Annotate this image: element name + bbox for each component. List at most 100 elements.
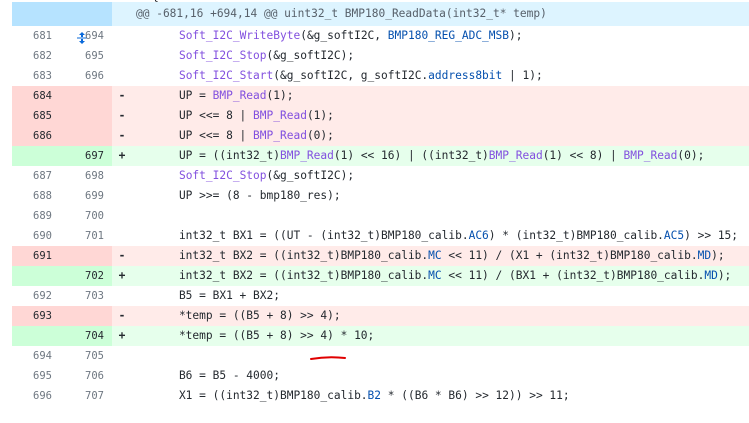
hunk-header-text: @@ -681,16 +694,14 @@ uint32_t BMP180_Re… xyxy=(136,7,547,20)
diff-sign: - xyxy=(118,249,126,262)
old-line-number[interactable]: 683 xyxy=(12,66,60,86)
new-line-number[interactable]: 704 xyxy=(60,326,112,346)
code-text: Soft_I2C_WriteByte(&g_softI2C, BMP180_RE… xyxy=(178,29,523,42)
code-text: UP = ((int32_t)BMP_Read(1) << 16) | ((in… xyxy=(152,149,705,162)
new-line-number[interactable]: 701 xyxy=(60,226,112,246)
diff-sign: + xyxy=(118,149,126,162)
diff-line: 684 - UP = BMP_Read(1); xyxy=(12,86,749,106)
code-text: UP >>= (8 - bmp180_res); xyxy=(152,189,341,202)
new-line-number[interactable] xyxy=(60,106,112,126)
code-text: UP <<= 8 | BMP_Read(0); xyxy=(152,129,334,142)
diff-sign: + xyxy=(118,269,126,282)
diff-line: 691 - int32_t BX2 = ((int32_t)BMP180_cali… xyxy=(12,246,749,266)
red-underline-annotation xyxy=(310,356,346,360)
diff-line: 692 703 B5 = BX1 + BX2; xyxy=(12,286,749,306)
diff-line: 690 701 int32_t BX1 = ((UT - (int32_t)BMP… xyxy=(12,226,749,246)
diff-sign xyxy=(112,366,132,386)
diff-line: 689 700 xyxy=(12,206,749,226)
new-line-number[interactable] xyxy=(60,126,112,146)
code-text: Soft_I2C_Stop(&g_softI2C); xyxy=(178,169,355,182)
new-line-number[interactable]: 703 xyxy=(60,286,112,306)
new-line-number[interactable]: 698 xyxy=(60,166,112,186)
new-line-number[interactable] xyxy=(60,246,112,266)
new-line-number[interactable]: 695 xyxy=(60,46,112,66)
old-line-number[interactable]: 691 xyxy=(12,246,60,266)
new-line-number[interactable]: 707 xyxy=(60,386,112,406)
diff-line: 685 - UP <<= 8 | BMP_Read(1); xyxy=(12,106,749,126)
code-text: *temp = ((B5 + 8) >> 4); xyxy=(152,309,341,322)
old-line-number[interactable]: 686 xyxy=(12,126,60,146)
new-line-number[interactable]: 700 xyxy=(60,206,112,226)
old-line-number[interactable]: 682 xyxy=(12,46,60,66)
diff-line: 683 696 Soft_I2C_Start(&g_softI2C, g_soft… xyxy=(12,66,749,86)
diff-sign xyxy=(112,66,132,86)
old-line-number[interactable]: 684 xyxy=(12,86,60,106)
diff-sign: - xyxy=(118,89,126,102)
old-line-number[interactable]: 696 xyxy=(12,386,60,406)
diff-sign: - xyxy=(118,129,126,142)
diff-sign: + xyxy=(118,329,126,342)
diff-line: 688 699 UP >>= (8 - bmp180_res); xyxy=(12,186,749,206)
code-text: int32_t BX1 = ((UT - (int32_t)BMP180_cal… xyxy=(152,229,739,242)
diff-line: 693 - *temp = ((B5 + 8) >> 4); xyxy=(12,306,749,326)
new-line-number[interactable]: 694 xyxy=(60,26,112,46)
diff-line: 682 695 Soft_I2C_Stop(&g_softI2C); xyxy=(12,46,749,66)
diff-line: 687 698 Soft_I2C_Stop(&g_softI2C); xyxy=(12,166,749,186)
diff-sign xyxy=(112,226,132,246)
diff-line: 681 694 Soft_I2C_WriteByte(&g_softI2C, BM… xyxy=(12,26,749,46)
diff-sign xyxy=(112,386,132,406)
old-line-number[interactable]: 692 xyxy=(12,286,60,306)
new-line-number[interactable] xyxy=(60,86,112,106)
diff-line: 695 706 B6 = B5 - 4000; xyxy=(12,366,749,386)
diff-line: 686 - UP <<= 8 | BMP_Read(0); xyxy=(12,126,749,146)
diff-sign xyxy=(112,206,132,226)
new-line-number[interactable]: 702 xyxy=(60,266,112,286)
diff-line: 697 + UP = ((int32_t)BMP_Read(1) << 16) |… xyxy=(12,146,749,166)
code-text: UP = BMP_Read(1); xyxy=(152,89,294,102)
diff-sign xyxy=(112,286,132,306)
diff-line: 704 + *temp = ((B5 + 8) >> 4) * 10; xyxy=(12,326,749,346)
new-line-number[interactable]: 699 xyxy=(60,186,112,206)
code-text: int32_t BX2 = ((int32_t)BMP180_calib.MC … xyxy=(152,269,732,282)
diff-view: 672 685 { @@ -681,16 +694,14 @@ uint32_t… xyxy=(12,0,749,406)
code-text: X1 = ((int32_t)BMP180_calib.B2 * ((B6 * … xyxy=(152,389,570,402)
old-line-number[interactable] xyxy=(12,266,60,286)
diff-sign xyxy=(112,166,132,186)
code-text: B5 = BX1 + BX2; xyxy=(152,289,280,302)
old-line-number[interactable]: 688 xyxy=(12,186,60,206)
code-text: B6 = B5 - 4000; xyxy=(152,369,280,382)
diff-sign xyxy=(112,186,132,206)
code-text: UP <<= 8 | BMP_Read(1); xyxy=(152,109,334,122)
old-line-number[interactable] xyxy=(12,326,60,346)
new-line-number[interactable]: 706 xyxy=(60,366,112,386)
diff-line: 702 + int32_t BX2 = ((int32_t)BMP180_cali… xyxy=(12,266,749,286)
old-line-number[interactable]: 694 xyxy=(12,346,60,366)
diff-line: 696 707 X1 = ((int32_t)BMP180_calib.B2 * … xyxy=(12,386,749,406)
code-text: *temp = ((B5 + 8) >> 4) * 10; xyxy=(152,329,375,342)
old-line-number[interactable]: 685 xyxy=(12,106,60,126)
old-line-number[interactable]: 687 xyxy=(12,166,60,186)
hunk-header: @@ -681,16 +694,14 @@ uint32_t BMP180_Re… xyxy=(12,2,749,44)
new-line-number[interactable]: 696 xyxy=(60,66,112,86)
diff-sign xyxy=(112,346,132,366)
old-line-number[interactable]: 689 xyxy=(12,206,60,226)
old-line-number[interactable]: 690 xyxy=(12,226,60,246)
expand-hunk-button[interactable] xyxy=(12,2,112,44)
new-line-number[interactable]: 705 xyxy=(60,346,112,366)
old-line-number[interactable]: 695 xyxy=(12,366,60,386)
diff-line: 694 705 xyxy=(12,346,749,366)
new-line-number[interactable]: 697 xyxy=(60,146,112,166)
old-line-number[interactable]: 693 xyxy=(12,306,60,326)
new-line-number[interactable] xyxy=(60,306,112,326)
diff-sign xyxy=(112,46,132,66)
old-line-number[interactable]: 681 xyxy=(12,26,60,46)
code-text: Soft_I2C_Stop(&g_softI2C); xyxy=(178,49,355,62)
diff-sign: - xyxy=(118,309,126,322)
diff-sign xyxy=(112,26,132,46)
old-line-number[interactable] xyxy=(12,146,60,166)
diff-sign: - xyxy=(118,109,126,122)
code-text: Soft_I2C_Start(&g_softI2C, g_softI2C.add… xyxy=(178,69,543,82)
code-text: int32_t BX2 = ((int32_t)BMP180_calib.MC … xyxy=(152,249,725,262)
